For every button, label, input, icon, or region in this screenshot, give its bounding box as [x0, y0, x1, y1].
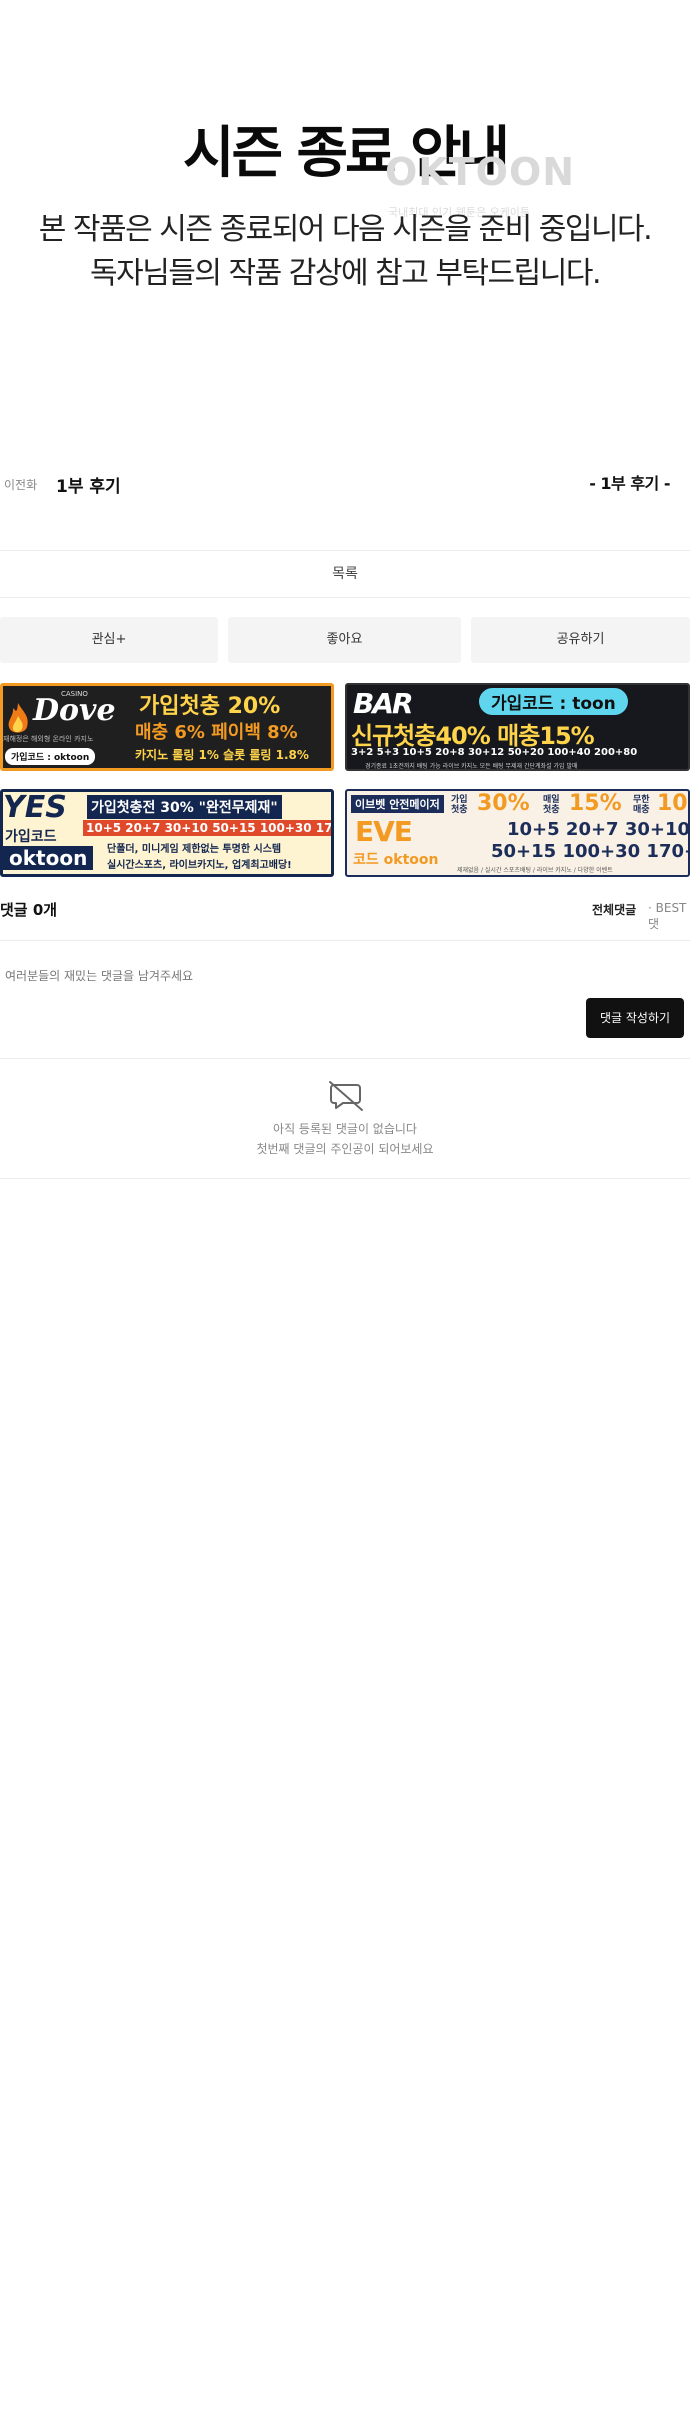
- notice-line-1: 본 작품은 시즌 종료되어 다음 시즌을 준비 중입니다.: [38, 212, 653, 247]
- divider: [0, 550, 690, 551]
- ad-banner-eve[interactable]: 이브벳 안전메이저 가입첫충 30% 매일첫충 15% 무한매충 10% EVE…: [345, 789, 690, 877]
- submit-comment-button[interactable]: 댓글 작성하기: [586, 998, 684, 1038]
- yes-code: oktoon: [3, 846, 94, 870]
- bar-line2: 3+2 5+3 10+5 20+8 30+12 50+20 100+40 200…: [351, 747, 638, 758]
- comments-count: 댓글 0개: [0, 901, 58, 919]
- eve-daily-label: 매일첫충: [543, 795, 560, 815]
- dove-code: 가입코드 : oktoon: [5, 748, 96, 765]
- divider: [0, 1058, 690, 1059]
- empty-comments-hint: 첫번째 댓글의 주인공이 되어보세요: [256, 1142, 434, 1156]
- prev-episode-title[interactable]: 1부 후기: [56, 472, 121, 497]
- ad-banner-dove[interactable]: CASINO Dove 재해정은 해외형 온라인 카지노 가입코드 : okto…: [0, 683, 334, 771]
- dove-tagline: 재해정은 해외형 온라인 카지노: [3, 735, 94, 743]
- ad-banner-yes[interactable]: YES 가입코드 oktoon 가입첫충전 30% "완전무제재" 10+5 2…: [0, 789, 334, 877]
- yes-headline: 가입첫충전 30% "완전무제재": [87, 795, 282, 819]
- oktoon-watermark: OKTOON: [385, 150, 576, 194]
- dove-headline: 가입첫충 20%: [139, 694, 281, 719]
- eve-footer: 제재없음 / 실시간 스포츠배팅 / 라이브 카지노 / 다양한 이벤트: [457, 867, 613, 874]
- dove-line2: 매충 6% 페이백 8%: [135, 722, 298, 743]
- current-episode-title: - 1부 후기 -: [589, 474, 670, 493]
- list-button[interactable]: 목록: [0, 552, 690, 596]
- no-comments-icon: [329, 1081, 363, 1111]
- yes-line4: 실시간스포츠, 라이브카지노, 업계최고배당!: [107, 860, 292, 871]
- flame-icon: [8, 703, 28, 733]
- yes-line2: 10+5 20+7 30+10 50+15 100+30 170+50: [83, 820, 331, 836]
- action-bar: 관심+ 좋아요 공유하기: [0, 617, 690, 663]
- divider: [0, 1178, 690, 1179]
- season-end-notice: 시즌 종료 안내 OKTOON 국내최대 인기 웹툰은 오케이툰 본 작품은 시…: [0, 0, 690, 420]
- eve-first-label: 가입첫충: [451, 795, 468, 815]
- favorite-button[interactable]: 관심+: [0, 617, 218, 663]
- prev-episode-label[interactable]: 이전화: [4, 476, 37, 493]
- eve-unlimited-pct: 10%: [657, 791, 688, 816]
- eve-code: 코드 oktoon: [353, 852, 439, 868]
- eve-row3: 50+15 100+30 170+50: [491, 841, 688, 862]
- ad-banner-bar[interactable]: BAR 가입코드 : toon 신규첫충40% 매충15% 3+2 5+3 10…: [345, 683, 690, 771]
- comments-header: 댓글 0개 전체댓글 · BEST댓: [0, 895, 690, 931]
- eve-logo: EVE: [355, 815, 413, 848]
- share-button[interactable]: 공유하기: [471, 617, 690, 663]
- dove-line3: 카지노 롤링 1% 슬롯 롤링 1.8%: [135, 748, 309, 762]
- empty-comments-message: 아직 등록된 댓글이 없습니다: [273, 1122, 417, 1136]
- yes-code-label: 가입코드: [5, 829, 57, 845]
- bar-code: 가입코드 : toon: [479, 688, 628, 715]
- bar-headline: 신규첫충40% 매충15%: [351, 722, 595, 750]
- bar-line3: 경기종료 1초전까지 배팅 가능 라이브 카지노 모든 배팅 무제재 간단계좌설…: [365, 763, 578, 770]
- yes-logo: YES: [3, 790, 67, 825]
- eve-unlimited-label: 무한매충: [633, 795, 650, 815]
- yes-line3: 단폴더, 미니게임 제한없는 투명한 시스템: [107, 844, 282, 855]
- notice-line-2: 독자님들의 작품 감상에 참고 부탁드립니다.: [90, 256, 601, 291]
- eve-daily-pct: 15%: [569, 791, 622, 816]
- divider: [0, 940, 690, 941]
- dove-logo: Dove: [33, 693, 116, 728]
- divider: [0, 597, 690, 598]
- eve-row2: 10+5 20+7 30+10: [507, 819, 690, 840]
- sort-best-comments[interactable]: · BEST댓: [648, 901, 690, 932]
- notice-title: 시즌 종료 안내: [182, 121, 510, 186]
- eve-first-pct: 30%: [477, 791, 530, 816]
- like-button[interactable]: 좋아요: [228, 617, 461, 663]
- comment-input[interactable]: 여러분들의 재밌는 댓글을 남겨주세요: [5, 967, 193, 984]
- eve-title: 이브벳 안전메이저: [351, 795, 444, 813]
- episode-nav: 이전화 1부 후기 - 1부 후기 -: [0, 462, 690, 502]
- sort-all-comments[interactable]: 전체댓글: [592, 901, 636, 918]
